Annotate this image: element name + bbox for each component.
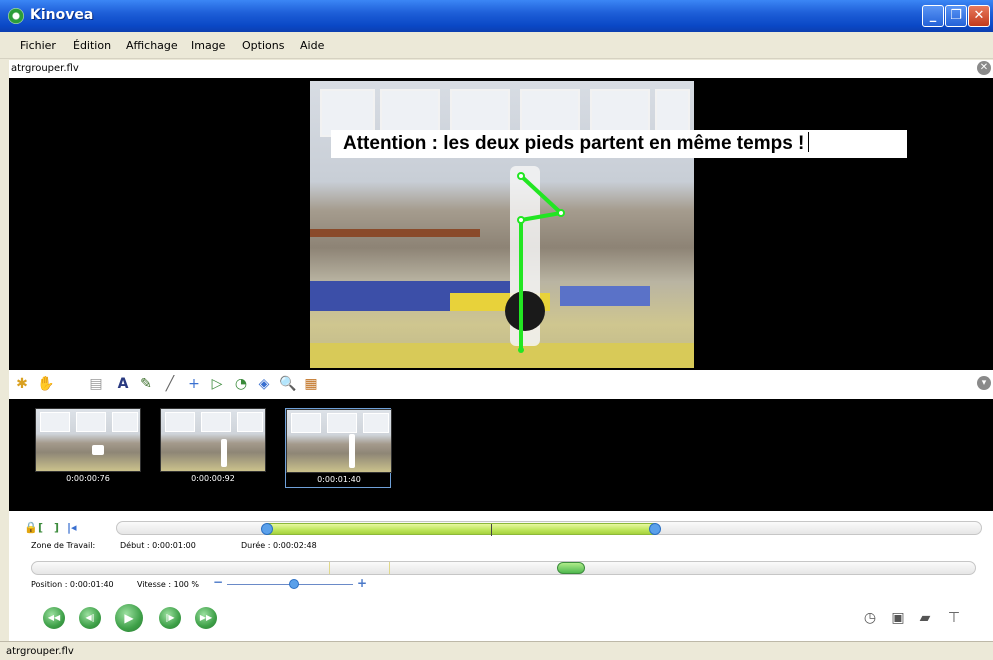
collapse-toggle-icon[interactable]: ▾ [977, 376, 991, 390]
gymnast-figure [349, 434, 355, 468]
keyframe-time: 0:00:00:76 [66, 474, 110, 483]
previous-frame-button[interactable]: ◀| [79, 607, 101, 629]
skeleton-lines [519, 174, 563, 350]
status-bar: atrgrouper.flv [0, 641, 993, 660]
file-header: atrgrouper.flv ✕ [9, 60, 993, 78]
menu-image[interactable]: Image [191, 39, 225, 52]
text-cursor [808, 132, 810, 152]
keyframe-time: 0:00:00:92 [191, 474, 235, 483]
title-bar: Kinovea _ ❐ ✕ [0, 0, 993, 32]
gymnast-figure [221, 439, 227, 467]
window-title: Kinovea [30, 7, 94, 23]
speed-plus-button[interactable]: + [357, 576, 367, 590]
timer-icon[interactable]: ◷ [861, 609, 879, 627]
menu-fichier[interactable]: Fichier [20, 39, 56, 52]
playback-controls: 🔒 [ ] |◂ Zone de Travail: Début : 0:00:0… [9, 511, 993, 641]
play-button[interactable]: ▶ [115, 604, 143, 632]
close-file-icon[interactable]: ✕ [977, 61, 991, 75]
close-window-button[interactable]: ✕ [968, 5, 990, 27]
gymnast-figure [92, 445, 104, 455]
gym-window [40, 412, 70, 432]
position-thumb[interactable] [557, 562, 585, 574]
color-palette-icon[interactable]: ▦ [302, 375, 320, 393]
speed-slider-knob[interactable] [289, 579, 299, 589]
magnifier-icon[interactable]: 🔍 [279, 375, 297, 393]
hand-icon[interactable]: ✋ [37, 375, 55, 393]
skeleton-joint [517, 216, 525, 224]
angle-icon[interactable]: ▷ [208, 375, 226, 393]
minimize-button[interactable]: _ [922, 5, 944, 27]
workzone-start: Début : 0:00:01:00 [120, 541, 196, 550]
keyframe-thumbnail-selected[interactable]: 0:00:01:40 [285, 408, 392, 488]
text-annotation[interactable]: Attention : les deux pieds partent en mê… [331, 130, 907, 158]
chrono-icon[interactable]: ◔ [232, 375, 250, 393]
skeleton-annotation[interactable] [9, 78, 993, 370]
gym-window [165, 412, 195, 432]
skeleton-joint [517, 172, 525, 180]
app-icon [8, 8, 24, 24]
workzone-range[interactable] [261, 523, 661, 536]
keyframe-tick [389, 562, 390, 574]
skeleton-segment [519, 174, 563, 215]
keyframe-tick [329, 562, 330, 574]
pencil-icon[interactable]: ✎ [137, 375, 155, 393]
position-readout: Position : 0:00:01:40 [31, 580, 114, 589]
keyframe-image [160, 408, 266, 472]
speed-minus-button[interactable]: − [213, 575, 223, 589]
text-tool-icon[interactable]: A [114, 375, 132, 393]
menu-options[interactable]: Options [242, 39, 284, 52]
keyframe-thumbnail[interactable]: 0:00:00:76 [35, 408, 141, 488]
drawing-toolbar: ✱ ✋ ▤ A ✎ ╱ + ▷ ◔ ◈ 🔍 ▦ ▾ [9, 370, 993, 399]
workzone-duration: Durée : 0:00:02:48 [241, 541, 317, 550]
set-in-marker-button[interactable]: [ [38, 521, 43, 534]
video-player[interactable] [9, 78, 993, 370]
gym-window [112, 412, 138, 432]
workzone-track[interactable] [116, 521, 982, 536]
gym-window [76, 412, 106, 432]
workzone-cursor [491, 524, 492, 536]
gym-window [291, 413, 321, 433]
next-frame-button[interactable]: |▶ [159, 607, 181, 629]
last-frame-button[interactable]: ▶▶ [195, 607, 217, 629]
skeleton-joint [518, 347, 524, 353]
gym-window [363, 413, 389, 433]
workzone-label: Zone de Travail: [31, 541, 96, 550]
workzone-start-handle[interactable] [261, 523, 273, 535]
menu-affichage[interactable]: Affichage [126, 39, 178, 52]
menu-aide[interactable]: Aide [300, 39, 324, 52]
cross-marker-icon[interactable]: + [185, 375, 203, 393]
keyframes-panel: 0:00:00:76 0:00:00:92 0:00:01:40 [9, 399, 993, 511]
file-title: atrgrouper.flv [11, 63, 79, 74]
speed-readout: Vitesse : 100 % [137, 580, 200, 589]
menu-bar: Fichier Édition Affichage Image Options … [0, 32, 993, 59]
set-out-marker-button[interactable]: ] [54, 521, 59, 534]
text-annotation-content: Attention : les deux pieds partent en mê… [343, 133, 805, 154]
gym-window [237, 412, 263, 432]
add-keyframe-icon[interactable]: ✱ [13, 375, 31, 393]
status-text: atrgrouper.flv [6, 646, 74, 657]
first-frame-button[interactable]: ◀◀ [43, 607, 65, 629]
keyframe-time: 0:00:01:40 [317, 475, 361, 484]
presentation-icon[interactable]: ⊤ [945, 609, 963, 627]
skeleton-segment [520, 211, 562, 222]
menu-edition[interactable]: Édition [73, 39, 111, 52]
position-track[interactable] [31, 561, 976, 575]
keyframe-thumbnail[interactable]: 0:00:00:92 [160, 408, 266, 488]
go-to-start-icon[interactable]: |◂ [67, 521, 77, 534]
skeleton-joint [557, 209, 565, 217]
keyframe-image [35, 408, 141, 472]
gym-window [201, 412, 231, 432]
keyframe-image [286, 409, 392, 473]
gym-window [327, 413, 357, 433]
save-video-icon[interactable]: ▰ [916, 609, 934, 627]
comment-icon[interactable]: ▤ [87, 375, 105, 393]
lock-icon[interactable]: 🔒 [24, 521, 38, 534]
line-icon[interactable]: ╱ [161, 375, 179, 393]
workzone-end-handle[interactable] [649, 523, 661, 535]
grid-icon[interactable]: ◈ [255, 375, 273, 393]
maximize-button[interactable]: ❐ [945, 5, 967, 27]
snapshot-camera-icon[interactable]: ▣ [889, 609, 907, 627]
